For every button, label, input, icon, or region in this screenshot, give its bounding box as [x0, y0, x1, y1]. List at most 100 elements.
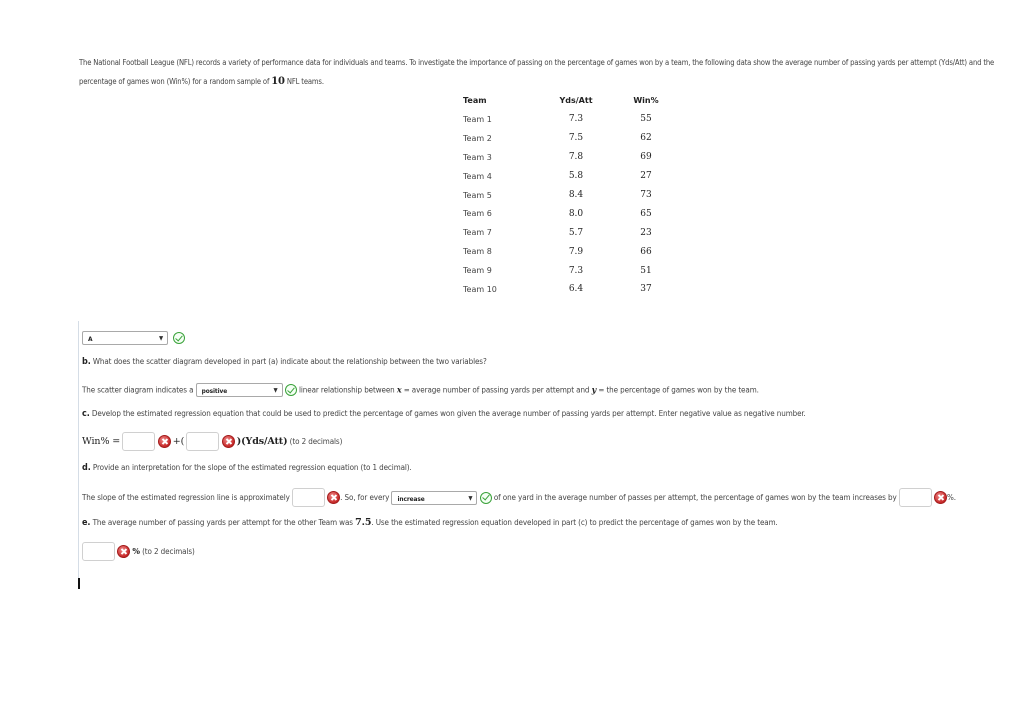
- part-c-question-text: Develop the estimated regression equatio…: [91, 409, 806, 418]
- correct-check-icon: [173, 332, 186, 344]
- table-header-row: Team Yds/Att Win%: [458, 90, 681, 110]
- team-cell: Team 10: [463, 284, 497, 294]
- win-pct-cell: 65: [640, 208, 652, 219]
- win-pct-cell: 51: [640, 265, 652, 276]
- part-b-question-text: What does the scatter diagram developed …: [92, 357, 487, 366]
- part-b-mid: linear relationship between: [298, 385, 395, 395]
- table-row: Team 3 7.8 69: [458, 148, 681, 167]
- part-a-row: A ▼: [82, 331, 186, 345]
- part-d-text4: %.: [947, 493, 956, 502]
- yds-att-cell: 5.7: [568, 227, 584, 238]
- team-cell: Team 2: [463, 133, 492, 143]
- answer-area: A ▼ b. What does the scatter diagram dev…: [78, 321, 1009, 583]
- equation-rhs: )(Yds/Att): [236, 436, 288, 447]
- part-c-label: c.: [82, 409, 90, 419]
- change-direction-select-value: increase: [397, 494, 425, 503]
- header-yds-att: Yds/Att: [559, 95, 593, 105]
- team-cell: Team 8: [463, 247, 492, 257]
- part-d-answer-row: The slope of the estimated regression li…: [82, 488, 956, 507]
- x-definition: = average number of passing yards per at…: [403, 385, 590, 395]
- win-pct-cell: 73: [640, 190, 652, 200]
- text-cursor: [78, 578, 80, 589]
- team-cell: Team 1: [463, 114, 492, 124]
- table-row: Team 9 7.3 51: [458, 261, 681, 280]
- yds-att-cell: 7.3: [568, 265, 584, 276]
- win-pct-cell: 55: [640, 114, 652, 125]
- team-cell: Team 9: [463, 266, 492, 276]
- correct-check-icon: [479, 491, 492, 504]
- part-e-value: 7.5: [355, 517, 372, 528]
- chevron-down-icon: ▼: [273, 387, 278, 394]
- sample-size: 10: [271, 76, 285, 87]
- intercept-input[interactable]: [122, 432, 156, 451]
- header-team: Team: [463, 95, 487, 105]
- table-row: Team 6 8.0 65: [458, 204, 681, 223]
- part-d-label: d.: [82, 463, 91, 473]
- yds-att-cell: 7.3: [568, 114, 584, 125]
- x-variable: x: [396, 384, 402, 395]
- team-cell: Team 3: [463, 152, 492, 162]
- win-increase-input[interactable]: [898, 488, 932, 507]
- part-e-note: (to 2 decimals): [142, 547, 195, 556]
- yds-att-cell: 7.9: [568, 246, 584, 257]
- table-body: Team 1 7.3 55 Team 2 7.5 62 Team 3 7.8 69 Team 4 5…: [458, 110, 681, 299]
- table-row: Team 10 6.4 37: [458, 280, 681, 299]
- correct-check-icon: [284, 384, 297, 396]
- yds-att-cell: 5.8: [568, 171, 584, 182]
- win-pct-cell: 66: [640, 246, 652, 257]
- equation-lhs: Win% =: [82, 436, 121, 447]
- data-table: Team Yds/Att Win% Team 1 7.3 55 Team 2 7.5 62…: [458, 90, 681, 299]
- team-cell: Team 5: [463, 190, 492, 200]
- intro-text-end: NFL teams.: [284, 77, 324, 86]
- win-pct-cell: 23: [640, 227, 652, 238]
- part-e-label: e.: [82, 518, 91, 528]
- part-b-answer-row: The scatter diagram indicates a positive…: [82, 383, 759, 397]
- table-row: Team 7 5.7 23: [458, 223, 681, 242]
- part-d-question-text: Provide an interpretation for the slope …: [92, 463, 412, 472]
- yds-att-cell: 6.4: [568, 284, 584, 295]
- relationship-select[interactable]: positive ▼: [195, 383, 283, 397]
- team-cell: Team 4: [463, 171, 492, 181]
- intro-text: The National Football League (NFL) recor…: [79, 58, 995, 86]
- team-cell: Team 6: [463, 209, 492, 219]
- part-e-text-before: The average number of passing yards per …: [92, 518, 353, 527]
- equation-plus: +(: [172, 436, 185, 447]
- table-row: Team 8 7.9 66: [458, 242, 681, 261]
- y-variable: y: [591, 384, 597, 395]
- change-direction-select[interactable]: increase ▼: [391, 490, 478, 505]
- incorrect-x-icon: [221, 435, 235, 448]
- win-pct-cell: 37: [640, 284, 652, 295]
- incorrect-x-icon: [117, 545, 131, 558]
- part-e-text-after: . Use the estimated regression equation …: [371, 518, 778, 527]
- incorrect-x-icon: [157, 435, 171, 448]
- slope-input[interactable]: [186, 432, 220, 451]
- incorrect-x-icon: [934, 491, 948, 504]
- part-b-prefix: The scatter diagram indicates a: [82, 385, 194, 395]
- yds-att-cell: 8.0: [568, 208, 584, 219]
- part-a-select[interactable]: A ▼: [82, 331, 168, 345]
- win-pct-cell: 62: [640, 133, 652, 144]
- incorrect-x-icon: [327, 491, 341, 504]
- part-d-text2: . So, for every: [340, 493, 390, 502]
- table-row: Team 5 8.4 73: [458, 186, 681, 205]
- yds-att-cell: 8.4: [568, 190, 584, 200]
- yds-att-cell: 7.5: [568, 133, 584, 144]
- part-c-question: c. Develop the estimated regression equa…: [82, 409, 806, 419]
- yds-att-cell: 7.8: [568, 152, 584, 163]
- y-definition: = the percentage of games won by the tea…: [598, 385, 759, 395]
- relationship-select-value: positive: [201, 387, 228, 395]
- part-e-unit: %: [132, 546, 140, 556]
- part-a-select-value: A: [88, 335, 93, 343]
- table-row: Team 1 7.3 55: [458, 110, 681, 129]
- slope-interpretation-input[interactable]: [291, 488, 325, 507]
- part-d-text1: The slope of the estimated regression li…: [82, 493, 290, 502]
- regression-equation-row: Win% = +( )(Yds/Att) (to 2 decimals): [82, 432, 342, 451]
- header-win-pct: Win%: [633, 95, 659, 105]
- chevron-down-icon: ▼: [158, 335, 163, 342]
- part-d-question: d. Provide an interpretation for the slo…: [82, 463, 412, 473]
- predicted-win-input[interactable]: [82, 542, 115, 561]
- win-pct-cell: 27: [640, 171, 652, 182]
- part-c-note: (to 2 decimals): [289, 437, 343, 446]
- part-e-answer-row: % (to 2 decimals): [82, 542, 195, 561]
- table-row: Team 2 7.5 62: [458, 129, 681, 148]
